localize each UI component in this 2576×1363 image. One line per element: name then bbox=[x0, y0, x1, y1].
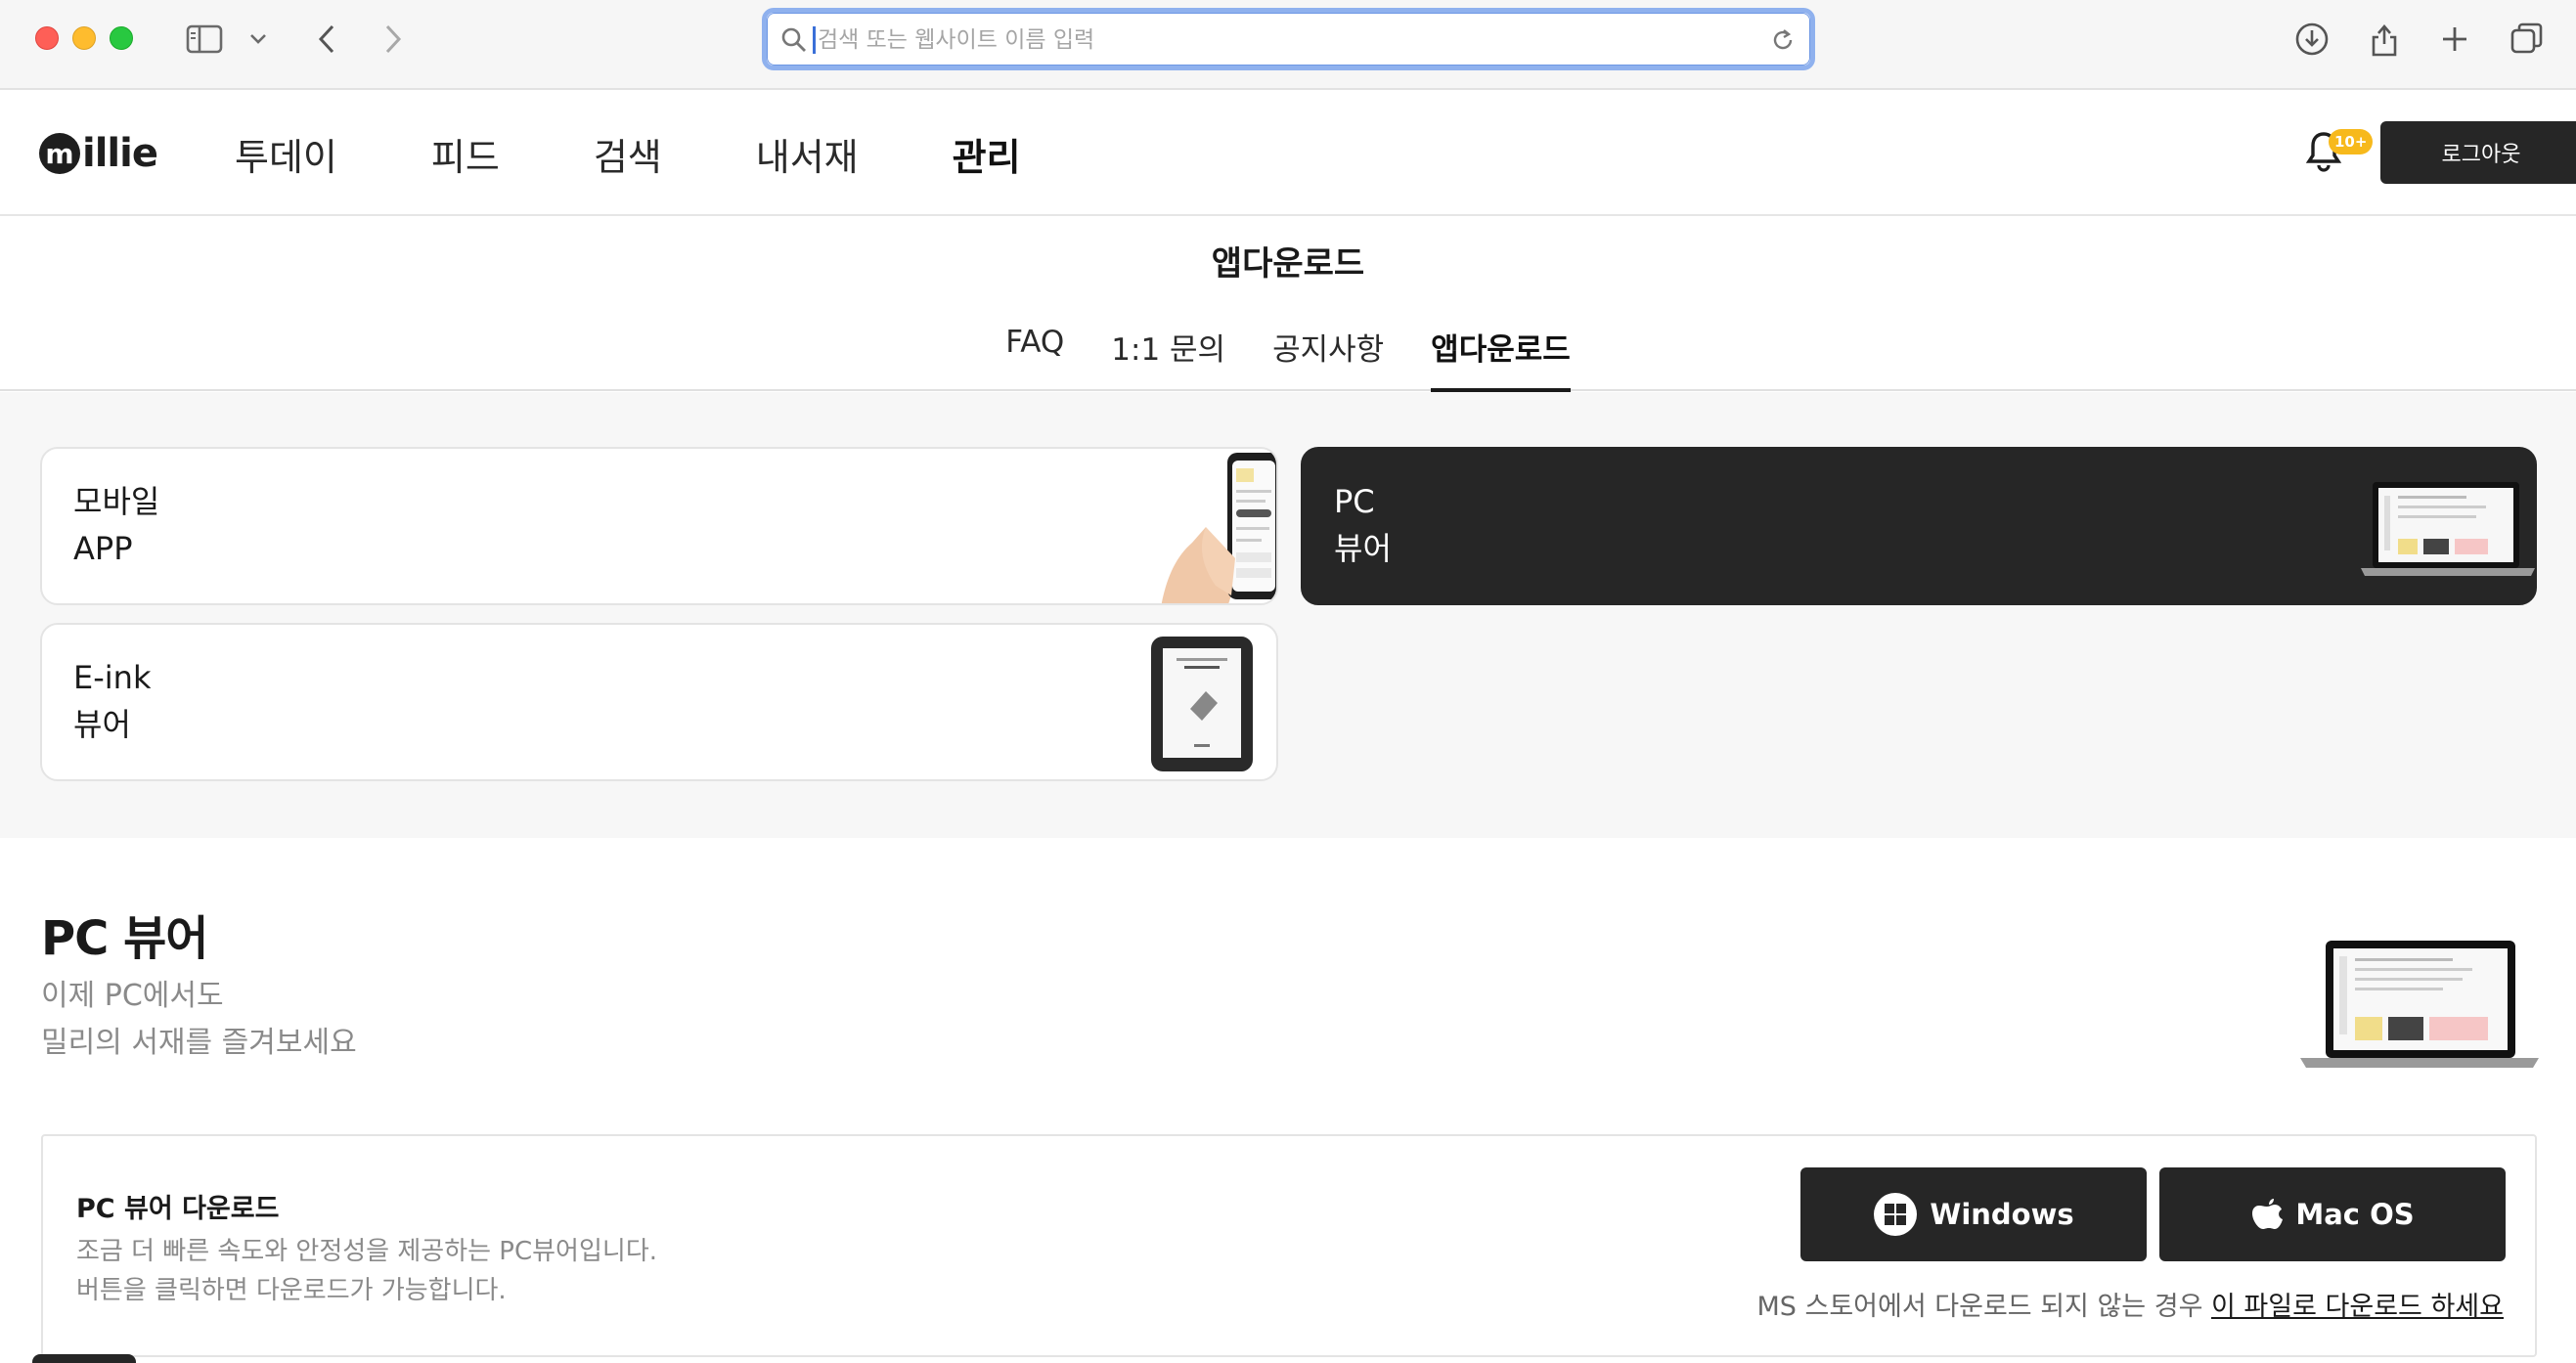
laptop-illustration bbox=[2361, 482, 2535, 576]
download-desc-line1: 조금 더 빠른 속도와 안정성을 제공하는 PC뷰어입니다. bbox=[76, 1237, 658, 1266]
support-tabs: FAQ 1:1 문의 공지사항 앱다운로드 bbox=[0, 315, 2576, 393]
tab-notice[interactable]: 공지사항 bbox=[1272, 315, 1384, 391]
address-input[interactable] bbox=[818, 21, 1698, 60]
card-label-line2: APP bbox=[73, 530, 133, 567]
pc-viewer-subtitle-line1: 이제 PC에서도 bbox=[41, 979, 224, 1013]
tab-faq[interactable]: FAQ bbox=[1005, 315, 1064, 391]
sidebar-toggle-button[interactable] bbox=[182, 18, 227, 61]
pc-viewer-subtitle: 이제 PC에서도 밀리의 서재를 즐겨보세요 bbox=[41, 973, 357, 1067]
eink-viewer-card[interactable]: E-ink 뷰어 bbox=[40, 623, 1278, 781]
pc-viewer-download-panel: PC 뷰어 다운로드 조금 더 빠른 속도와 안정성을 제공하는 PC뷰어입니다… bbox=[41, 1134, 2537, 1357]
card-label-line2: 뷰어 bbox=[73, 706, 131, 743]
reload-icon[interactable] bbox=[1769, 26, 1797, 54]
windows-download-label: Windows bbox=[1930, 1198, 2074, 1231]
download-icon bbox=[2295, 22, 2329, 56]
download-panel-description: 조금 더 빠른 속도와 안정성을 제공하는 PC뷰어입니다. 버튼을 클릭하면 … bbox=[76, 1232, 657, 1310]
tab-inquiry[interactable]: 1:1 문의 bbox=[1111, 315, 1225, 391]
card-label-line1: E-ink bbox=[73, 659, 152, 696]
nav-library[interactable]: 내서재 bbox=[756, 127, 859, 181]
card-label-line2: 뷰어 bbox=[1334, 530, 1392, 567]
zoom-window-button[interactable] bbox=[110, 26, 133, 50]
mac-download-button[interactable]: Mac OS bbox=[2159, 1167, 2506, 1261]
main-nav: 투데이 피드 검색 내서재 관리 bbox=[235, 120, 1115, 187]
share-icon bbox=[2372, 24, 2397, 57]
forward-button[interactable] bbox=[374, 18, 413, 61]
eink-reader-illustration bbox=[1151, 637, 1253, 771]
pc-viewer-subtitle-line2: 밀리의 서재를 즐겨보세요 bbox=[41, 1026, 357, 1060]
text-caret bbox=[813, 26, 816, 54]
page-title: 앱다운로드 bbox=[1211, 244, 1365, 284]
tab-group-dropdown[interactable] bbox=[244, 18, 272, 61]
tab-overview-button[interactable] bbox=[2508, 18, 2547, 61]
card-label: E-ink 뷰어 bbox=[73, 654, 151, 748]
chevron-down-icon bbox=[250, 34, 266, 44]
share-button[interactable] bbox=[2365, 18, 2404, 61]
windows-icon bbox=[1874, 1193, 1918, 1236]
pc-viewer-card[interactable]: PC 뷰어 bbox=[1301, 447, 2537, 605]
card-label-line1: 모바일 bbox=[73, 483, 160, 520]
notification-badge: 10+ bbox=[2329, 129, 2374, 154]
mac-download-label: Mac OS bbox=[2295, 1198, 2415, 1231]
close-window-button[interactable] bbox=[35, 26, 59, 50]
chevron-left-icon bbox=[318, 24, 334, 54]
fallback-note-text: MS 스토어에서 다운로드 되지 않는 경우 bbox=[1756, 1292, 2211, 1322]
nav-manage[interactable]: 관리 bbox=[953, 127, 1021, 181]
logo-text: illie bbox=[82, 131, 158, 176]
phone-in-hand-illustration bbox=[1161, 453, 1276, 603]
browser-toolbar bbox=[0, 0, 2576, 90]
logout-button[interactable]: 로그아웃 bbox=[2380, 121, 2576, 184]
chevron-right-icon bbox=[385, 24, 402, 54]
sidebar-icon bbox=[186, 24, 223, 54]
nav-today[interactable]: 투데이 bbox=[235, 127, 337, 181]
card-label: 모바일 APP bbox=[73, 478, 159, 572]
pc-viewer-heading: PC 뷰어 bbox=[41, 911, 208, 966]
card-label-line1: PC bbox=[1334, 483, 1375, 520]
nav-search[interactable]: 검색 bbox=[594, 127, 662, 181]
laptop-illustration bbox=[2300, 941, 2539, 1068]
download-desc-line2: 버튼을 클릭하면 다운로드가 가능합니다. bbox=[76, 1276, 507, 1305]
search-icon bbox=[781, 27, 806, 52]
millie-logo[interactable]: m illie bbox=[39, 128, 158, 179]
back-button[interactable] bbox=[307, 18, 346, 61]
minimize-window-button[interactable] bbox=[72, 26, 96, 50]
logo-mark: m bbox=[39, 133, 80, 174]
card-label: PC 뷰어 bbox=[1334, 478, 1392, 572]
floating-bottom-element[interactable] bbox=[32, 1354, 136, 1363]
tab-app-download[interactable]: 앱다운로드 bbox=[1431, 315, 1571, 393]
plus-icon bbox=[2443, 27, 2466, 51]
windows-download-button[interactable]: Windows bbox=[1800, 1167, 2147, 1261]
tabs-overview-icon bbox=[2510, 22, 2543, 54]
downloads-button[interactable] bbox=[2292, 18, 2332, 61]
apple-icon bbox=[2252, 1199, 2284, 1229]
mobile-app-card[interactable]: 모바일 APP bbox=[40, 447, 1278, 605]
ms-store-fallback-note: MS 스토어에서 다운로드 되지 않는 경우 이 파일로 다운로드 하세요 bbox=[1756, 1285, 2504, 1323]
download-panel-title: PC 뷰어 다운로드 bbox=[76, 1194, 280, 1224]
site-header: m illie 투데이 피드 검색 내서재 관리 10+ 로그아웃 bbox=[0, 91, 2576, 216]
new-tab-button[interactable] bbox=[2435, 18, 2474, 61]
address-bar[interactable] bbox=[762, 8, 1815, 70]
fallback-file-download-link[interactable]: 이 파일로 다운로드 하세요 bbox=[2211, 1292, 2504, 1322]
nav-feed[interactable]: 피드 bbox=[431, 127, 500, 181]
